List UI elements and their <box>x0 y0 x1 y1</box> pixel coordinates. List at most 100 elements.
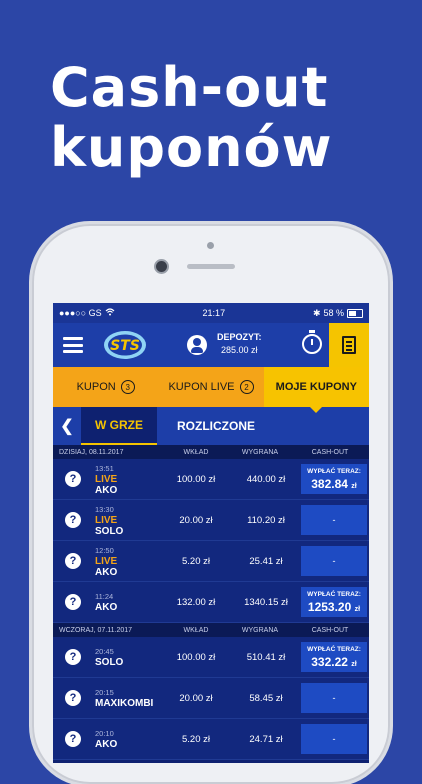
day-header: DZISIAJ, 08.11.2017 WKŁAD WYGRANA CASH-OUT <box>53 445 369 459</box>
tab-label: KUPON <box>76 381 116 393</box>
deposit-value: 285.00 zł <box>220 345 258 355</box>
count-badge: 2 <box>239 380 254 394</box>
cashout-value: 332.22 <box>311 654 348 669</box>
bet-time: 12:50 <box>95 545 114 555</box>
help-icon[interactable]: ? <box>65 553 81 569</box>
bet-info: 20:45 SOLO <box>95 646 161 668</box>
live-label: LIVE <box>95 555 118 567</box>
bet-stake: 5.20 zł <box>182 555 210 567</box>
app-header: STS DEPOZYT: 285.00 zł <box>53 323 369 367</box>
back-chevron-icon[interactable]: ❮ <box>53 416 81 436</box>
bets-list: DZISIAJ, 08.11.2017 WKŁAD WYGRANA CASH-OUT?… <box>53 445 369 760</box>
cashout-unavailable: - <box>332 734 336 744</box>
cashout-button[interactable]: - <box>301 546 367 576</box>
coupon-tabs: KUPON 3 KUPON LIVE 2 MOJE KUPONY <box>53 367 369 413</box>
battery-icon <box>347 308 363 318</box>
day-header: WCZORAJ, 07.11.2017 WKŁAD WYGRANA CASH-OUT <box>53 623 369 637</box>
bet-stake: 100.00 zł <box>176 473 216 485</box>
bet-row[interactable]: ? 20:45 SOLO 100.00 zł 510.41 zł WYPŁAĆ TERAZ… <box>53 637 369 678</box>
column-cashout: CASH-OUT <box>311 448 349 456</box>
tab-kupon-live[interactable]: KUPON LIVE 2 <box>158 367 264 407</box>
cashout-currency: zł <box>354 605 361 613</box>
cashout-value: 1253.20 <box>307 599 352 614</box>
bet-win: 510.41 zł <box>246 651 286 663</box>
column-stake: WKŁAD <box>183 448 209 456</box>
status-bar: ●●●○○ GS 21:17 ✱ 58 % <box>53 303 369 323</box>
count-badge: 3 <box>120 380 135 394</box>
battery-level: 58 % <box>323 308 344 318</box>
bet-row[interactable]: ? 20:15 MAXIKOMBI 20.00 zł 58.45 zł - <box>53 678 369 719</box>
receipt-icon <box>342 336 356 354</box>
bet-win: 110.20 zł <box>247 514 285 526</box>
cashout-currency: zł <box>351 660 357 668</box>
cashout-button[interactable]: WYPŁAĆ TERAZ: 332.22 zł <box>301 642 367 672</box>
headline-line-2: kuponów <box>50 116 333 179</box>
bet-type: AKO <box>95 739 118 750</box>
earpiece-speaker <box>187 264 235 269</box>
headline-line-1: Cash-out <box>50 56 329 119</box>
bet-time: 20:10 <box>95 729 114 738</box>
bet-info: 20:10 AKO <box>95 728 161 750</box>
svg-text:STS: STS <box>110 338 140 354</box>
help-icon[interactable]: ? <box>65 731 81 747</box>
cashout-button[interactable]: WYPŁAĆ TERAZ: 1253.20 zł <box>301 587 367 617</box>
cashout-button[interactable]: WYPŁAĆ TERAZ: 382.84 zł <box>301 464 367 494</box>
help-icon[interactable]: ? <box>65 512 81 528</box>
live-label: LIVE <box>95 473 118 485</box>
cashout-unavailable: - <box>332 515 336 525</box>
bet-stake: 100.00 zł <box>176 651 216 663</box>
clock: 21:17 <box>202 308 226 318</box>
bet-info: 13:51 LIVE AKO <box>95 463 161 496</box>
coupon-button[interactable] <box>329 323 369 367</box>
column-stake: WKŁAD <box>183 626 209 634</box>
subtab-w-grze[interactable]: W GRZE <box>81 407 157 445</box>
bet-info: 11:24 AKO <box>95 591 161 613</box>
tab-kupon[interactable]: KUPON 3 <box>53 367 159 407</box>
bet-stake: 5.20 zł <box>182 733 210 745</box>
day-date: WCZORAJ, 07.11.2017 <box>59 626 133 634</box>
deposit-label: DEPOZYT: <box>217 332 262 342</box>
help-icon[interactable]: ? <box>65 594 81 610</box>
help-icon[interactable]: ? <box>65 649 81 665</box>
sts-logo[interactable]: STS <box>103 329 147 361</box>
bet-row[interactable]: ? 11:24 AKO 132.00 zł 1340.15 zł WYPŁAĆ TERAZ… <box>53 582 369 623</box>
bet-time: 13:51 <box>95 463 114 473</box>
cashout-unavailable: - <box>332 693 336 703</box>
bet-type: AKO <box>95 566 118 578</box>
cashout-button[interactable]: - <box>301 683 367 713</box>
help-icon[interactable]: ? <box>65 690 81 706</box>
bet-time: 20:45 <box>95 647 114 656</box>
column-win: WYGRANA <box>241 448 279 456</box>
bet-row[interactable]: ? 13:51 LIVE AKO 100.00 zł 440.00 zł WYPŁAĆ TE… <box>53 459 369 500</box>
bet-win: 1340.15 zł <box>244 596 288 608</box>
bet-type: SOLO <box>95 525 124 537</box>
bet-type: SOLO <box>95 657 124 668</box>
bet-row[interactable]: ? 12:50 LIVE AKO 5.20 zł 25.41 zł - <box>53 541 369 582</box>
user-account-icon[interactable] <box>187 335 207 355</box>
live-label: LIVE <box>95 514 118 526</box>
bet-row[interactable]: ? 13:30 LIVE SOLO 20.00 zł 110.20 zł - <box>53 500 369 541</box>
deposit-info[interactable]: DEPOZYT: 285.00 zł <box>217 331 262 357</box>
help-icon[interactable]: ? <box>65 471 81 487</box>
cashout-currency: zł <box>351 482 357 490</box>
bet-info: 20:15 MAXIKOMBI <box>95 687 161 709</box>
bet-type: AKO <box>95 602 118 613</box>
carrier-signal: ●●●○○ GS <box>59 308 102 318</box>
cashout-amount: 1253.20 zł <box>308 601 360 616</box>
column-win: WYGRANA <box>241 626 279 634</box>
subtab-rozliczone[interactable]: ROZLICZONE <box>177 419 255 433</box>
stopwatch-icon[interactable] <box>302 330 322 354</box>
bet-row[interactable]: ? 20:10 AKO 5.20 zł 24.71 zł - <box>53 719 369 760</box>
day-date: DZISIAJ, 08.11.2017 <box>59 448 124 456</box>
tab-moje-kupony[interactable]: MOJE KUPONY <box>263 367 369 413</box>
cashout-unavailable: - <box>332 556 336 566</box>
bet-win: 24.71 zł <box>249 733 283 745</box>
cashout-button[interactable]: - <box>301 505 367 535</box>
bet-win: 58.45 zł <box>249 692 283 704</box>
app-screen: ●●●○○ GS 21:17 ✱ 58 % STS DEPOZYT: 285.0… <box>53 303 369 763</box>
cashout-amount: 332.22 zł <box>311 656 357 671</box>
tab-label: MOJE KUPONY <box>275 381 357 393</box>
hamburger-menu-icon[interactable] <box>63 337 83 353</box>
cashout-amount: 382.84 zł <box>311 478 357 493</box>
bet-info: 12:50 LIVE AKO <box>95 545 161 578</box>
